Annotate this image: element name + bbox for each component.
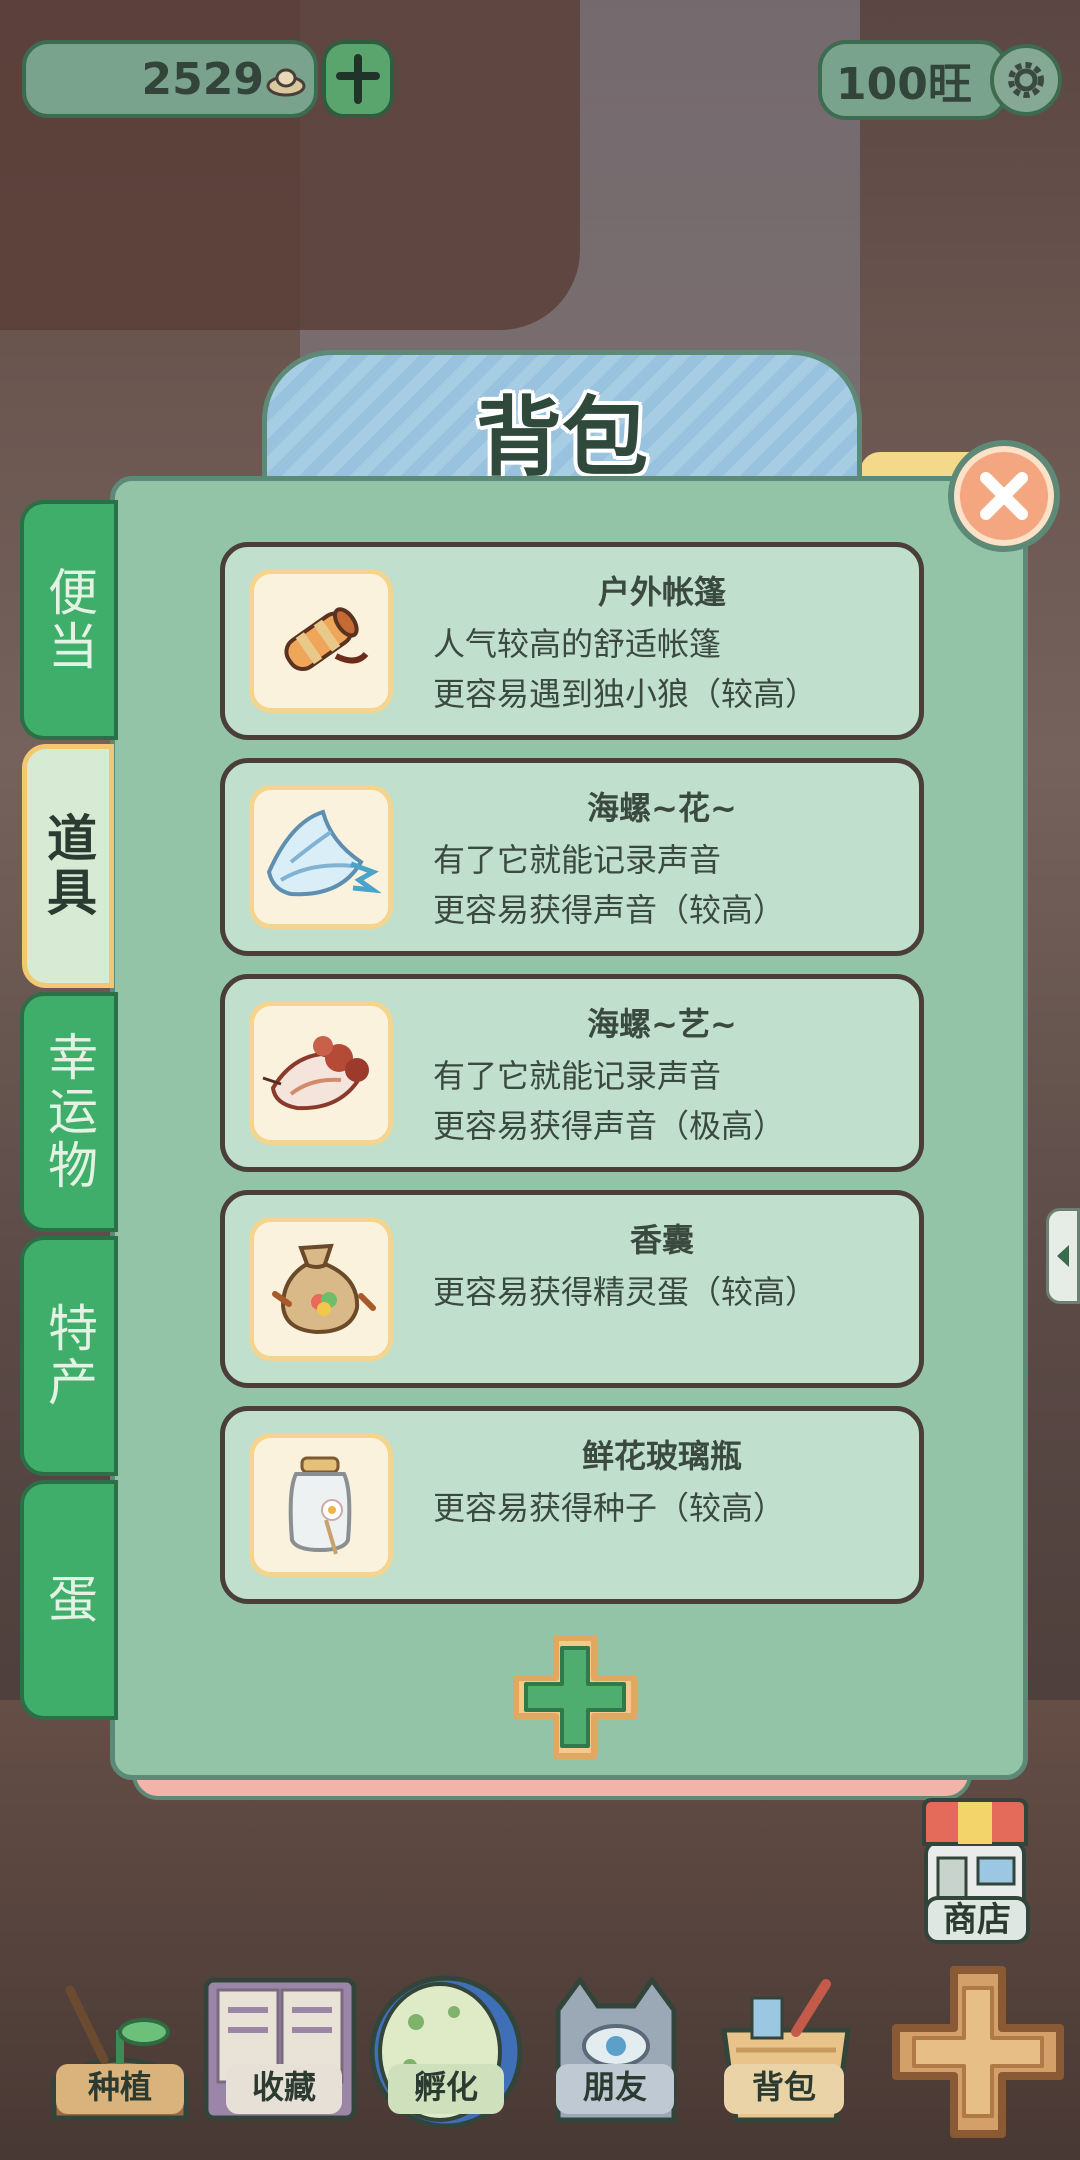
close-button[interactable]	[948, 440, 1060, 552]
tab-eggs-label: 蛋	[40, 1573, 98, 1627]
item-desc-line: 人气较高的舒适帐篷	[433, 625, 722, 663]
tab-items[interactable]: 道具	[22, 744, 114, 988]
item-desc-line: 更容易获得声音（极高）	[433, 1107, 786, 1145]
nav-hatch-label: 孵化	[388, 2064, 504, 2114]
gear-icon	[1008, 62, 1044, 98]
tab-lucky-charms-label: 幸运物	[40, 1031, 98, 1193]
blue-conch-icon	[266, 809, 381, 897]
gold-ingot-icon	[266, 68, 306, 97]
item-name: 户外帐篷	[597, 573, 726, 611]
tab-items-label: 道具	[39, 812, 97, 920]
inventory-item[interactable]: 户外帐篷 人气较高的舒适帐篷 更容易遇到独小狼（较高）	[220, 542, 924, 740]
shop-label: 商店	[924, 1896, 1030, 1944]
wang-value: 100旺	[836, 59, 972, 110]
side-drawer-button[interactable]	[1046, 1208, 1080, 1304]
item-desc-line: 更容易获得种子（较高）	[433, 1489, 786, 1527]
inventory-item[interactable]: 海螺~艺~ 有了它就能记录声音 更容易获得声音（极高）	[220, 974, 924, 1172]
inventory-item[interactable]: 鲜花玻璃瓶 更容易获得种子（较高）	[220, 1406, 924, 1604]
item-desc-line: 更容易获得声音（较高）	[433, 891, 786, 929]
red-conch-icon	[262, 1036, 369, 1111]
coin-counter: 2529	[22, 40, 318, 118]
add-item-button[interactable]	[508, 1630, 642, 1764]
nav-friends-label: 朋友	[556, 2064, 674, 2114]
item-desc-line: 更容易获得精灵蛋（较高）	[433, 1273, 818, 1311]
settings-button[interactable]	[990, 44, 1062, 116]
tent-roll-icon	[284, 607, 369, 672]
item-thumbnail	[249, 1433, 393, 1577]
nav-collection-label: 收藏	[226, 2064, 342, 2114]
item-desc-line: 更容易遇到独小狼（较高）	[433, 675, 818, 713]
item-thumbnail	[249, 785, 393, 929]
item-name: 鲜花玻璃瓶	[581, 1437, 742, 1475]
item-desc-line: 有了它就能记录声音	[433, 841, 722, 879]
tab-bento-label: 便当	[40, 566, 98, 674]
inventory-item[interactable]: 海螺~花~ 有了它就能记录声音 更容易获得声音（较高）	[220, 758, 924, 956]
tab-specialties-label: 特产	[40, 1302, 98, 1410]
plus-icon	[336, 54, 380, 104]
inventory-item[interactable]: 香囊 更容易获得精灵蛋（较高）	[220, 1190, 924, 1388]
item-name: 海螺~花~	[587, 789, 737, 827]
tab-lucky-charms[interactable]: 幸运物	[20, 992, 118, 1232]
coin-value: 2529	[141, 53, 264, 105]
item-thumbnail	[249, 1001, 393, 1145]
nav-plant-label: 种植	[56, 2064, 184, 2114]
main-action-plus-button[interactable]	[888, 1962, 1068, 2142]
tab-eggs[interactable]: 蛋	[20, 1480, 118, 1720]
wang-counter: 100旺	[818, 40, 1008, 120]
flower-jar-icon	[288, 1456, 352, 1555]
close-icon	[980, 472, 1028, 520]
item-thumbnail	[249, 1217, 393, 1361]
item-desc-line: 有了它就能记录声音	[433, 1057, 722, 1095]
add-coins-button[interactable]	[322, 40, 394, 118]
nav-backpack-label: 背包	[724, 2064, 844, 2114]
item-thumbnail	[249, 569, 393, 713]
tab-specialties[interactable]: 特产	[20, 1236, 118, 1476]
arrow-left-icon	[1057, 1245, 1069, 1267]
tab-bento[interactable]: 便当	[20, 500, 118, 740]
sachet-icon	[272, 1243, 376, 1335]
item-name: 香囊	[629, 1221, 694, 1259]
item-name: 海螺~艺~	[587, 1005, 737, 1043]
